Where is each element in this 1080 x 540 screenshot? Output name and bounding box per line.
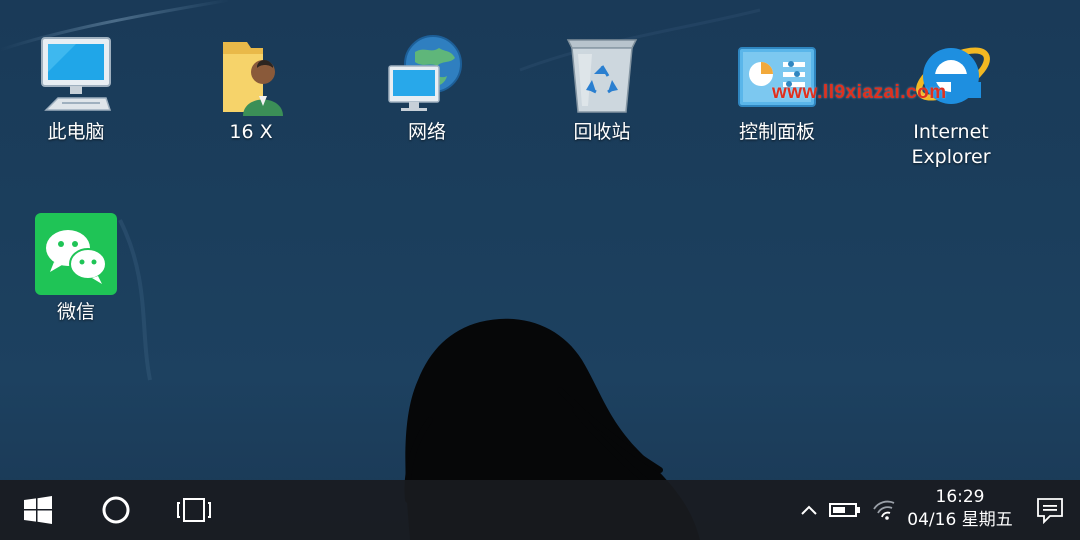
user-folder-icon (209, 32, 293, 116)
desktop-icon-wechat[interactable]: 微信 (11, 212, 141, 325)
tray-overflow-button[interactable] (794, 480, 824, 540)
wechat-icon (34, 212, 118, 296)
desktop-icon-label: 控制面板 (738, 121, 815, 143)
desktop-icon-label: 16 X (229, 121, 273, 143)
computer-icon (34, 32, 118, 116)
notification-icon (1037, 498, 1063, 524)
desktop-icon-recycle-bin[interactable]: 回收站 (537, 32, 667, 145)
desktop: 此电脑 16 X 网络 回收站 控制面板 Internet Explorer 微… (0, 0, 1080, 540)
task-view-icon (177, 498, 211, 522)
desktop-icon-this-pc[interactable]: 此电脑 (11, 32, 141, 145)
battery-status[interactable] (826, 480, 864, 540)
clock-date: 04/16 星期五 (907, 510, 1013, 530)
network-globe-icon (385, 32, 469, 116)
taskbar: 16:29 04/16 星期五 (0, 480, 1080, 540)
desktop-icon-label: 此电脑 (47, 121, 105, 143)
windows-start-icon (24, 496, 52, 524)
network-status[interactable] (868, 480, 900, 540)
desktop-icon-label: Internet Explorer (911, 121, 991, 168)
search-button[interactable] (88, 480, 144, 540)
cortana-circle-icon (102, 496, 130, 524)
clock-time: 16:29 (935, 487, 985, 507)
task-view-button[interactable] (166, 480, 222, 540)
recycle-bin-icon (560, 32, 644, 116)
battery-icon (829, 503, 860, 517)
desktop-icon-label: 回收站 (573, 121, 631, 143)
taskbar-clock[interactable]: 16:29 04/16 星期五 (898, 486, 1022, 532)
start-button[interactable] (10, 480, 66, 540)
desktop-icon-user-folder[interactable]: 16 X (186, 32, 316, 145)
action-center-button[interactable] (1028, 480, 1072, 540)
desktop-icon-label: 网络 (407, 121, 446, 143)
desktop-icon-label: 微信 (56, 301, 95, 323)
wifi-icon (873, 500, 895, 520)
desktop-icon-network[interactable]: 网络 (362, 32, 492, 145)
chevron-up-icon (801, 505, 817, 515)
watermark-text: www.ll9xiazai.com (772, 82, 947, 103)
